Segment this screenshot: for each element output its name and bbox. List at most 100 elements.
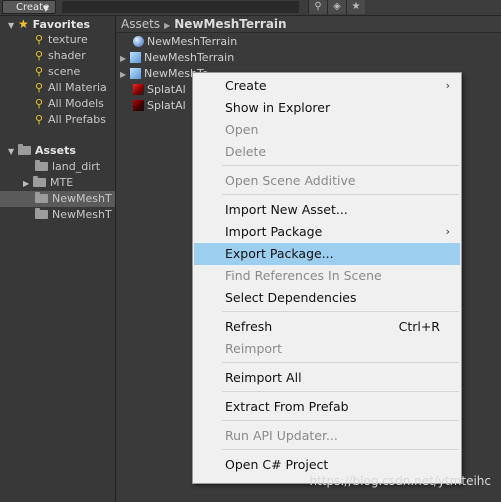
favorite-item-all-materials[interactable]: ⚲ All Materia	[35, 80, 107, 96]
asset-label: SplatAl	[147, 99, 186, 112]
project-tree-panel: ▼ ★ Favorites ⚲ texture ⚲ shader ⚲ scene ⚲ Al…	[0, 16, 116, 502]
asset-item[interactable]: NewMeshTerrain	[133, 34, 237, 50]
assets-title: Assets	[35, 144, 76, 157]
expand-triangle-icon[interactable]: ▶	[120, 67, 130, 83]
asset-item[interactable]: ▶ NewMeshTerrain	[120, 50, 234, 66]
menu-separator	[222, 311, 459, 312]
asset-label: NewMeshTerrain	[147, 35, 238, 48]
menu-item-label: Reimport	[225, 341, 283, 356]
search-icon: ⚲	[35, 33, 44, 46]
menu-item-find-references-in-scene[interactable]: Find References In Scene	[194, 265, 460, 287]
folder-icon	[33, 176, 46, 187]
menu-item-open-scene-additive[interactable]: Open Scene Additive	[194, 170, 460, 192]
favorite-item-all-prefabs[interactable]: ⚲ All Prefabs	[35, 112, 106, 128]
expand-triangle-icon[interactable]: ▶	[120, 51, 130, 67]
menu-item-open[interactable]: Open	[194, 119, 460, 141]
menu-separator	[222, 391, 459, 392]
menu-item-label: Open	[225, 122, 259, 137]
menu-item-show-in-explorer[interactable]: Show in Explorer	[194, 97, 460, 119]
menu-item-select-dependencies[interactable]: Select Dependencies	[194, 287, 460, 309]
menu-item-delete[interactable]: Delete	[194, 141, 460, 163]
breadcrumb: Assets ▶ NewMeshTerrain	[116, 16, 501, 33]
sphere-icon	[133, 36, 144, 47]
menu-item-extract-from-prefab[interactable]: Extract From Prefab	[194, 396, 460, 418]
watermark-text: https://blog.csdn.net/ytmteihc	[309, 474, 491, 488]
search-input[interactable]	[62, 1, 299, 13]
tree-item-mte[interactable]: ▶ MTE	[23, 175, 73, 191]
asset-item[interactable]: SplatAl	[133, 82, 186, 98]
menu-item-label: Import New Asset...	[225, 202, 348, 217]
menu-separator	[222, 362, 459, 363]
menu-item-export-package[interactable]: Export Package...	[194, 243, 460, 265]
project-toolbar: Create ▼ ⚲ ◈ ★	[0, 0, 501, 16]
menu-item-label: Refresh	[225, 319, 273, 334]
folder-icon	[35, 192, 48, 203]
assets-header[interactable]: ▼ Assets	[8, 143, 76, 159]
star-icon[interactable]: ★	[346, 0, 365, 14]
menu-item-reimport-all[interactable]: Reimport All	[194, 367, 460, 389]
asset-item[interactable]: SplatAl	[133, 98, 186, 114]
favorite-label: All Models	[48, 97, 104, 110]
favorites-header[interactable]: ▼ ★ Favorites	[8, 16, 90, 32]
tag-icon[interactable]: ◈	[327, 0, 346, 14]
search-icon: ⚲	[35, 65, 44, 78]
menu-separator	[222, 194, 459, 195]
menu-item-label: Delete	[225, 144, 267, 159]
menu-item-refresh[interactable]: Refresh Ctrl+R	[194, 316, 460, 338]
menu-item-reimport[interactable]: Reimport	[194, 338, 460, 360]
expand-triangle-icon[interactable]: ▼	[8, 144, 18, 160]
create-dropdown-button[interactable]: Create ▼	[2, 0, 56, 14]
shortcut-label: Ctrl+R	[398, 319, 440, 334]
tree-item-newmeshterrain[interactable]: NewMeshT	[35, 207, 112, 223]
texture-icon	[133, 100, 144, 111]
asset-label: NewMeshTerrain	[144, 51, 235, 64]
favorite-item-shader[interactable]: ⚲ shader	[35, 48, 86, 64]
chevron-down-icon: ▼	[42, 4, 49, 13]
favorite-label: All Materia	[48, 81, 107, 94]
breadcrumb-current[interactable]: NewMeshTerrain	[174, 17, 286, 31]
favorite-label: scene	[48, 65, 81, 78]
menu-separator	[222, 420, 459, 421]
favorites-title: Favorites	[32, 18, 91, 31]
menu-item-run-api-updater[interactable]: Run API Updater...	[194, 425, 460, 447]
menu-item-label: Extract From Prefab	[225, 399, 349, 414]
favorite-label: All Prefabs	[48, 113, 106, 126]
prefab-icon	[130, 52, 141, 63]
search-icon: ⚲	[35, 97, 44, 110]
chevron-right-icon: ›	[445, 79, 450, 92]
favorite-item-all-models[interactable]: ⚲ All Models	[35, 96, 104, 112]
expand-triangle-icon[interactable]: ▶	[23, 176, 33, 192]
menu-item-import-new-asset[interactable]: Import New Asset...	[194, 199, 460, 221]
menu-item-label: Create	[225, 78, 267, 93]
tree-item-land-dirt[interactable]: land_dirt	[35, 159, 100, 175]
folder-icon	[35, 208, 48, 219]
tree-item-newmeshterrain-selected[interactable]: NewMeshT	[0, 191, 115, 207]
favorites-star-icon: ★	[18, 17, 29, 31]
menu-item-label: Open C# Project	[225, 457, 329, 472]
menu-separator	[222, 165, 459, 166]
filter-icon[interactable]: ⚲	[308, 0, 327, 14]
menu-item-label: Open Scene Additive	[225, 173, 356, 188]
tree-item-label: NewMeshT	[52, 208, 112, 221]
menu-item-import-package[interactable]: Import Package ›	[194, 221, 460, 243]
texture-icon	[133, 84, 144, 95]
favorite-item-texture[interactable]: ⚲ texture	[35, 32, 88, 48]
folder-icon	[35, 160, 48, 171]
tree-item-label: MTE	[50, 176, 74, 189]
tree-item-label: NewMeshT	[52, 192, 112, 205]
chevron-right-icon: ›	[445, 225, 450, 238]
menu-item-label: Show in Explorer	[225, 100, 331, 115]
favorite-label: shader	[48, 49, 86, 62]
menu-item-label: Select Dependencies	[225, 290, 357, 305]
favorite-item-scene[interactable]: ⚲ scene	[35, 64, 80, 80]
search-icon: ⚲	[35, 113, 44, 126]
menu-item-label: Reimport All	[225, 370, 302, 385]
context-menu: Create › Show in Explorer Open Delete Op…	[192, 72, 462, 484]
menu-item-create[interactable]: Create ›	[194, 75, 460, 97]
menu-item-label: Export Package...	[225, 246, 334, 261]
breadcrumb-root[interactable]: Assets	[121, 17, 160, 31]
menu-item-open-csharp-project[interactable]: Open C# Project	[194, 454, 460, 476]
menu-item-label: Import Package	[225, 224, 323, 239]
expand-triangle-icon[interactable]: ▼	[8, 18, 18, 34]
folder-icon	[18, 144, 31, 155]
